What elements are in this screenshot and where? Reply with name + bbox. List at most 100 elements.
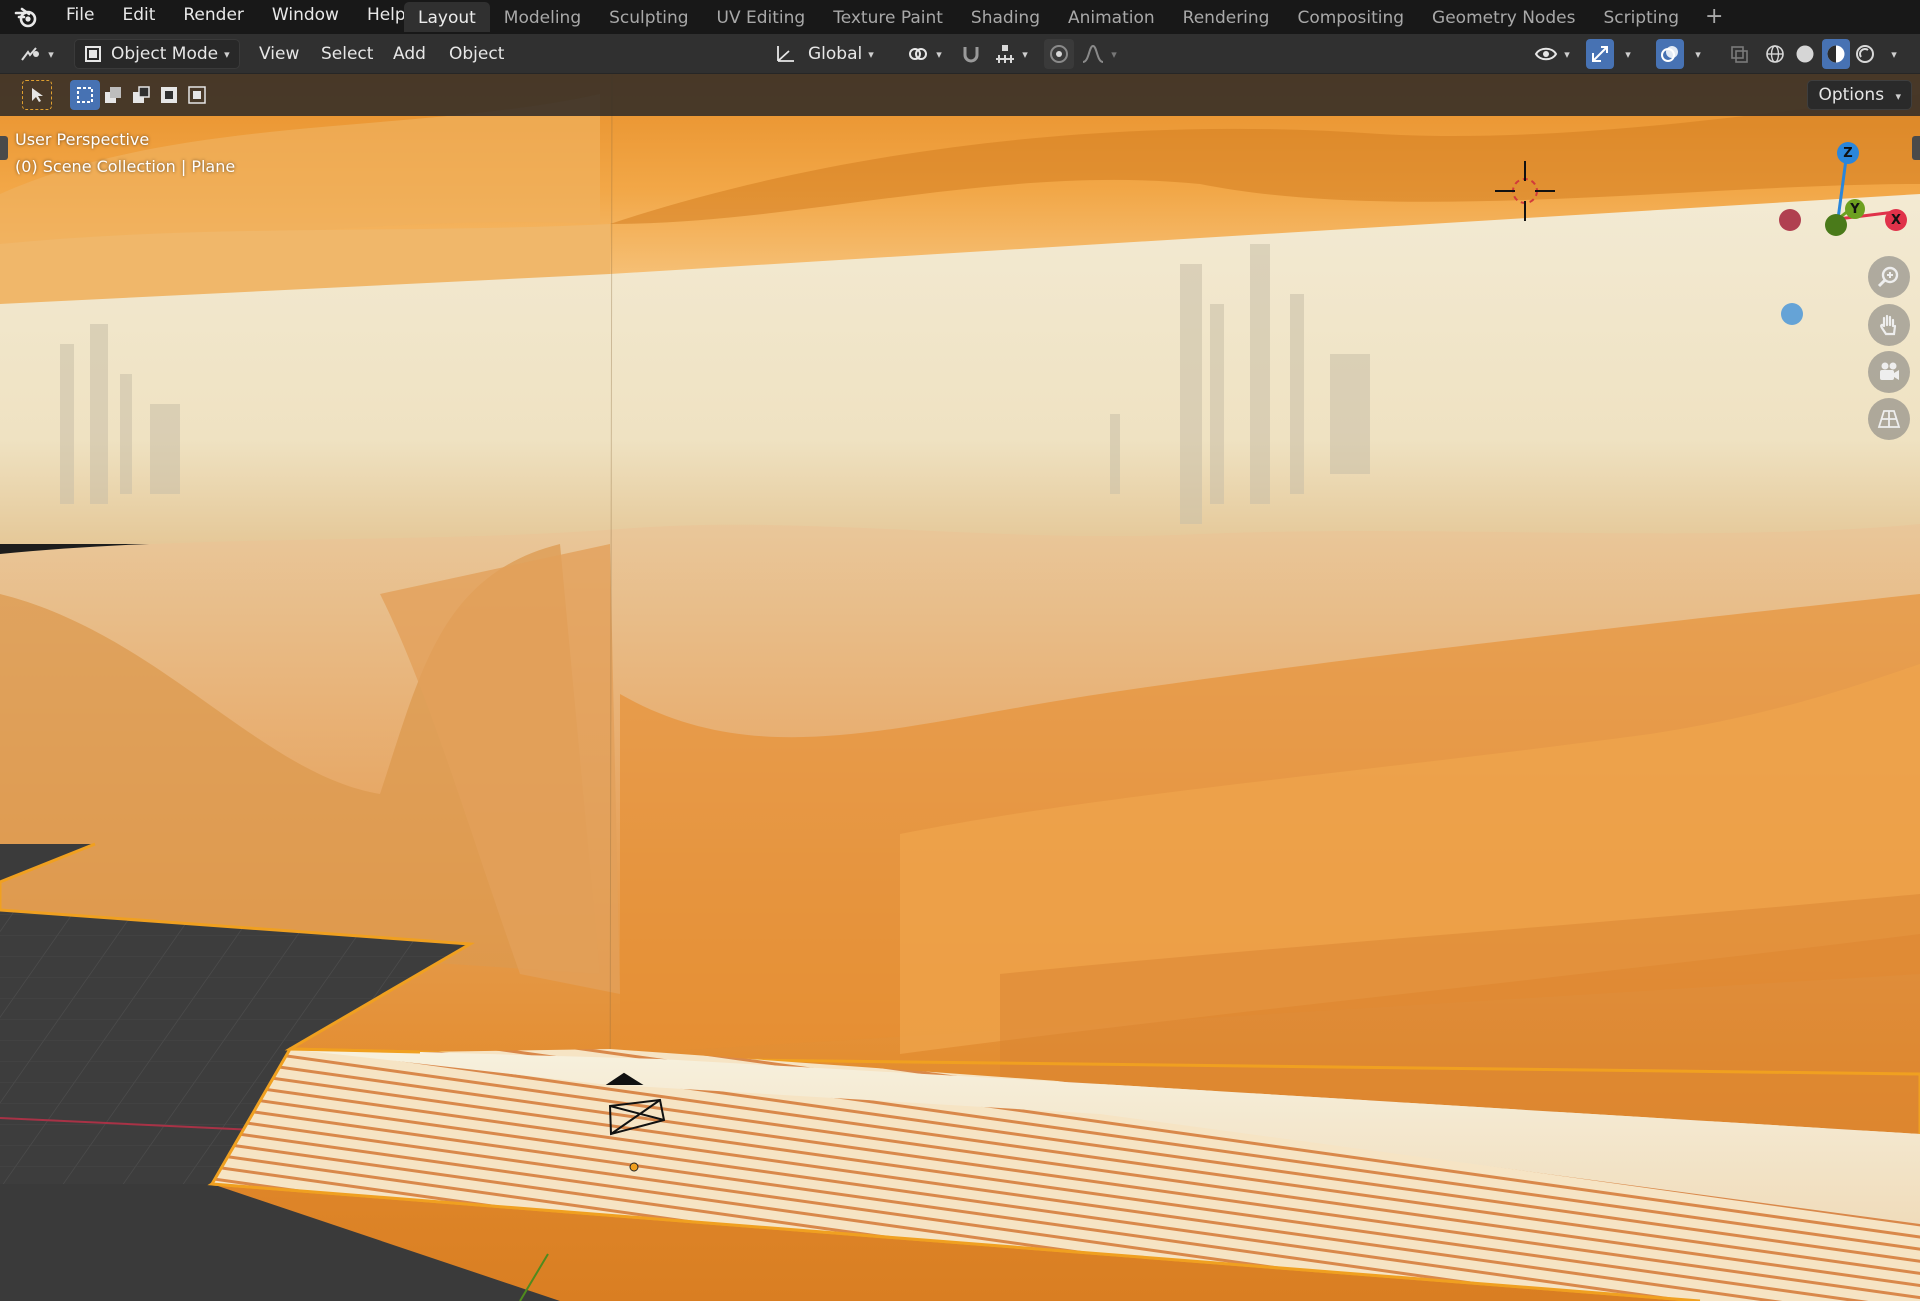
tweak-tool-button[interactable]: [22, 80, 52, 110]
3d-viewport[interactable]: Options ▾ User Perspective (0) Scene Col…: [0, 74, 1920, 1301]
tab-uv-editing[interactable]: UV Editing: [703, 2, 820, 32]
magnet-icon: [963, 47, 979, 63]
viewport-header: ▾ Object Mode ▾ View Select Add Object G…: [0, 34, 1920, 74]
overlays-toggle-button[interactable]: [1656, 39, 1684, 69]
wireframe-sphere-icon: [1766, 45, 1784, 63]
proportional-falloff-dropdown[interactable]: ▾: [1076, 39, 1122, 69]
navigation-gizmo[interactable]: Z X Y: [1779, 124, 1910, 325]
select-box-subtract-button[interactable]: [126, 80, 156, 110]
select-intersect-icon: [188, 86, 206, 104]
chevron-down-icon: ▾: [1895, 90, 1901, 103]
tab-scripting[interactable]: Scripting: [1589, 2, 1693, 32]
chevron-down-icon: ▾: [1022, 47, 1028, 61]
perspective-label: User Perspective: [15, 130, 150, 149]
select-box-extend-button[interactable]: [98, 80, 128, 110]
select-invert-icon: [161, 87, 177, 103]
menu-select[interactable]: Select: [321, 39, 373, 69]
cursor-arrow-icon: [32, 88, 43, 102]
tab-compositing[interactable]: Compositing: [1283, 2, 1418, 32]
select-subtract-icon: [133, 86, 150, 103]
mode-selector[interactable]: Object Mode ▾: [74, 39, 240, 69]
zoom-button[interactable]: [1868, 256, 1910, 298]
options-dropdown[interactable]: Options ▾: [1807, 80, 1912, 110]
tab-modeling[interactable]: Modeling: [490, 2, 595, 32]
gizmo-neg-z-axis[interactable]: [1781, 303, 1803, 325]
menu-view[interactable]: View: [259, 39, 299, 69]
visibility-dropdown[interactable]: ▾: [1530, 39, 1574, 69]
tab-sculpting[interactable]: Sculpting: [595, 2, 702, 32]
select-box-intersect-button[interactable]: [182, 80, 212, 110]
shading-rendered-button[interactable]: [1852, 39, 1878, 69]
mode-label: Object Mode: [111, 44, 219, 64]
gizmo-dropdown[interactable]: ▾: [1616, 39, 1640, 69]
camera-icon: [1880, 362, 1899, 380]
gizmo-neg-y-axis[interactable]: [1825, 214, 1847, 236]
transform-orientation-dropdown[interactable]: Global ▾: [770, 39, 890, 69]
select-box-invert-button[interactable]: [154, 80, 184, 110]
gizmo-toggle-button[interactable]: [1586, 39, 1614, 69]
chevron-down-icon: ▾: [1695, 47, 1701, 61]
chevron-down-icon: ▾: [868, 47, 874, 61]
toolbar-collapse-tab[interactable]: [0, 136, 8, 160]
gizmo-y-axis[interactable]: Y: [1845, 199, 1865, 219]
plus-icon[interactable]: +: [1693, 2, 1735, 32]
menu-edit[interactable]: Edit: [108, 0, 169, 34]
pivot-icon: [909, 48, 928, 60]
sidebar-collapse-tab[interactable]: [1912, 136, 1920, 160]
menu-file[interactable]: File: [52, 0, 108, 34]
material-sphere-icon: [1827, 45, 1845, 63]
menu-object[interactable]: Object: [449, 39, 504, 69]
tab-texture-paint[interactable]: Texture Paint: [819, 2, 957, 32]
tab-rendering[interactable]: Rendering: [1169, 2, 1284, 32]
camera-view-button[interactable]: [1868, 351, 1910, 393]
falloff-curve-icon: [1082, 44, 1104, 63]
eye-icon: [1535, 47, 1558, 61]
select-box-icon: [77, 87, 93, 103]
rendered-sphere-icon: [1856, 45, 1874, 63]
pan-button[interactable]: [1868, 304, 1910, 346]
gizmo-x-axis[interactable]: X: [1885, 209, 1907, 231]
pivot-point-button[interactable]: ▾: [900, 39, 948, 69]
collection-label: (0) Scene Collection | Plane: [15, 157, 236, 176]
proportional-edit-toggle[interactable]: [1044, 39, 1074, 69]
snap-increment-icon: [996, 45, 1015, 63]
select-extend-icon: [105, 87, 121, 103]
chevron-down-icon: ▾: [1564, 47, 1570, 61]
chevron-down-icon: ▾: [936, 47, 942, 61]
chevron-down-icon: ▾: [1625, 47, 1631, 61]
chevron-down-icon: ▾: [48, 47, 54, 61]
orientation-label: Global: [808, 44, 863, 64]
xray-icon: [1731, 46, 1748, 63]
shading-material-preview-button[interactable]: [1822, 39, 1850, 69]
perspective-toggle-button[interactable]: [1868, 398, 1910, 440]
tab-shading[interactable]: Shading: [957, 2, 1054, 32]
chevron-down-icon: ▾: [224, 47, 230, 61]
shading-solid-button[interactable]: [1792, 39, 1818, 69]
shading-dropdown[interactable]: ▾: [1882, 39, 1906, 69]
menu-add[interactable]: Add: [393, 39, 426, 69]
blender-logo-icon[interactable]: [0, 0, 52, 34]
editor-type-button[interactable]: ▾: [14, 39, 60, 69]
orientation-axes-icon: [777, 46, 794, 62]
select-box-new-button[interactable]: [70, 80, 100, 110]
editor-type-icon: [21, 47, 40, 61]
workspace-tabs: Layout Modeling Sculpting UV Editing Tex…: [404, 2, 1735, 32]
shading-wireframe-button[interactable]: [1762, 39, 1788, 69]
snap-toggle-button[interactable]: [956, 39, 986, 69]
tab-layout[interactable]: Layout: [404, 2, 490, 32]
xray-toggle-button[interactable]: [1726, 39, 1752, 69]
gizmo-z-axis[interactable]: Z: [1837, 142, 1859, 164]
menu-render[interactable]: Render: [169, 0, 258, 34]
gizmo-neg-x-axis[interactable]: [1779, 209, 1801, 231]
snap-target-dropdown[interactable]: ▾: [988, 39, 1034, 69]
chevron-down-icon: ▾: [1111, 47, 1117, 61]
gizmo-icon: [1592, 46, 1608, 62]
overlays-icon: [1661, 46, 1678, 62]
tool-header: Options ▾: [0, 74, 1920, 116]
overlays-dropdown[interactable]: ▾: [1686, 39, 1710, 69]
tab-animation[interactable]: Animation: [1054, 2, 1169, 32]
solid-sphere-icon: [1796, 45, 1814, 63]
menu-window[interactable]: Window: [258, 0, 353, 34]
tab-geometry-nodes[interactable]: Geometry Nodes: [1418, 2, 1589, 32]
grid-perspective-icon: [1877, 410, 1901, 428]
